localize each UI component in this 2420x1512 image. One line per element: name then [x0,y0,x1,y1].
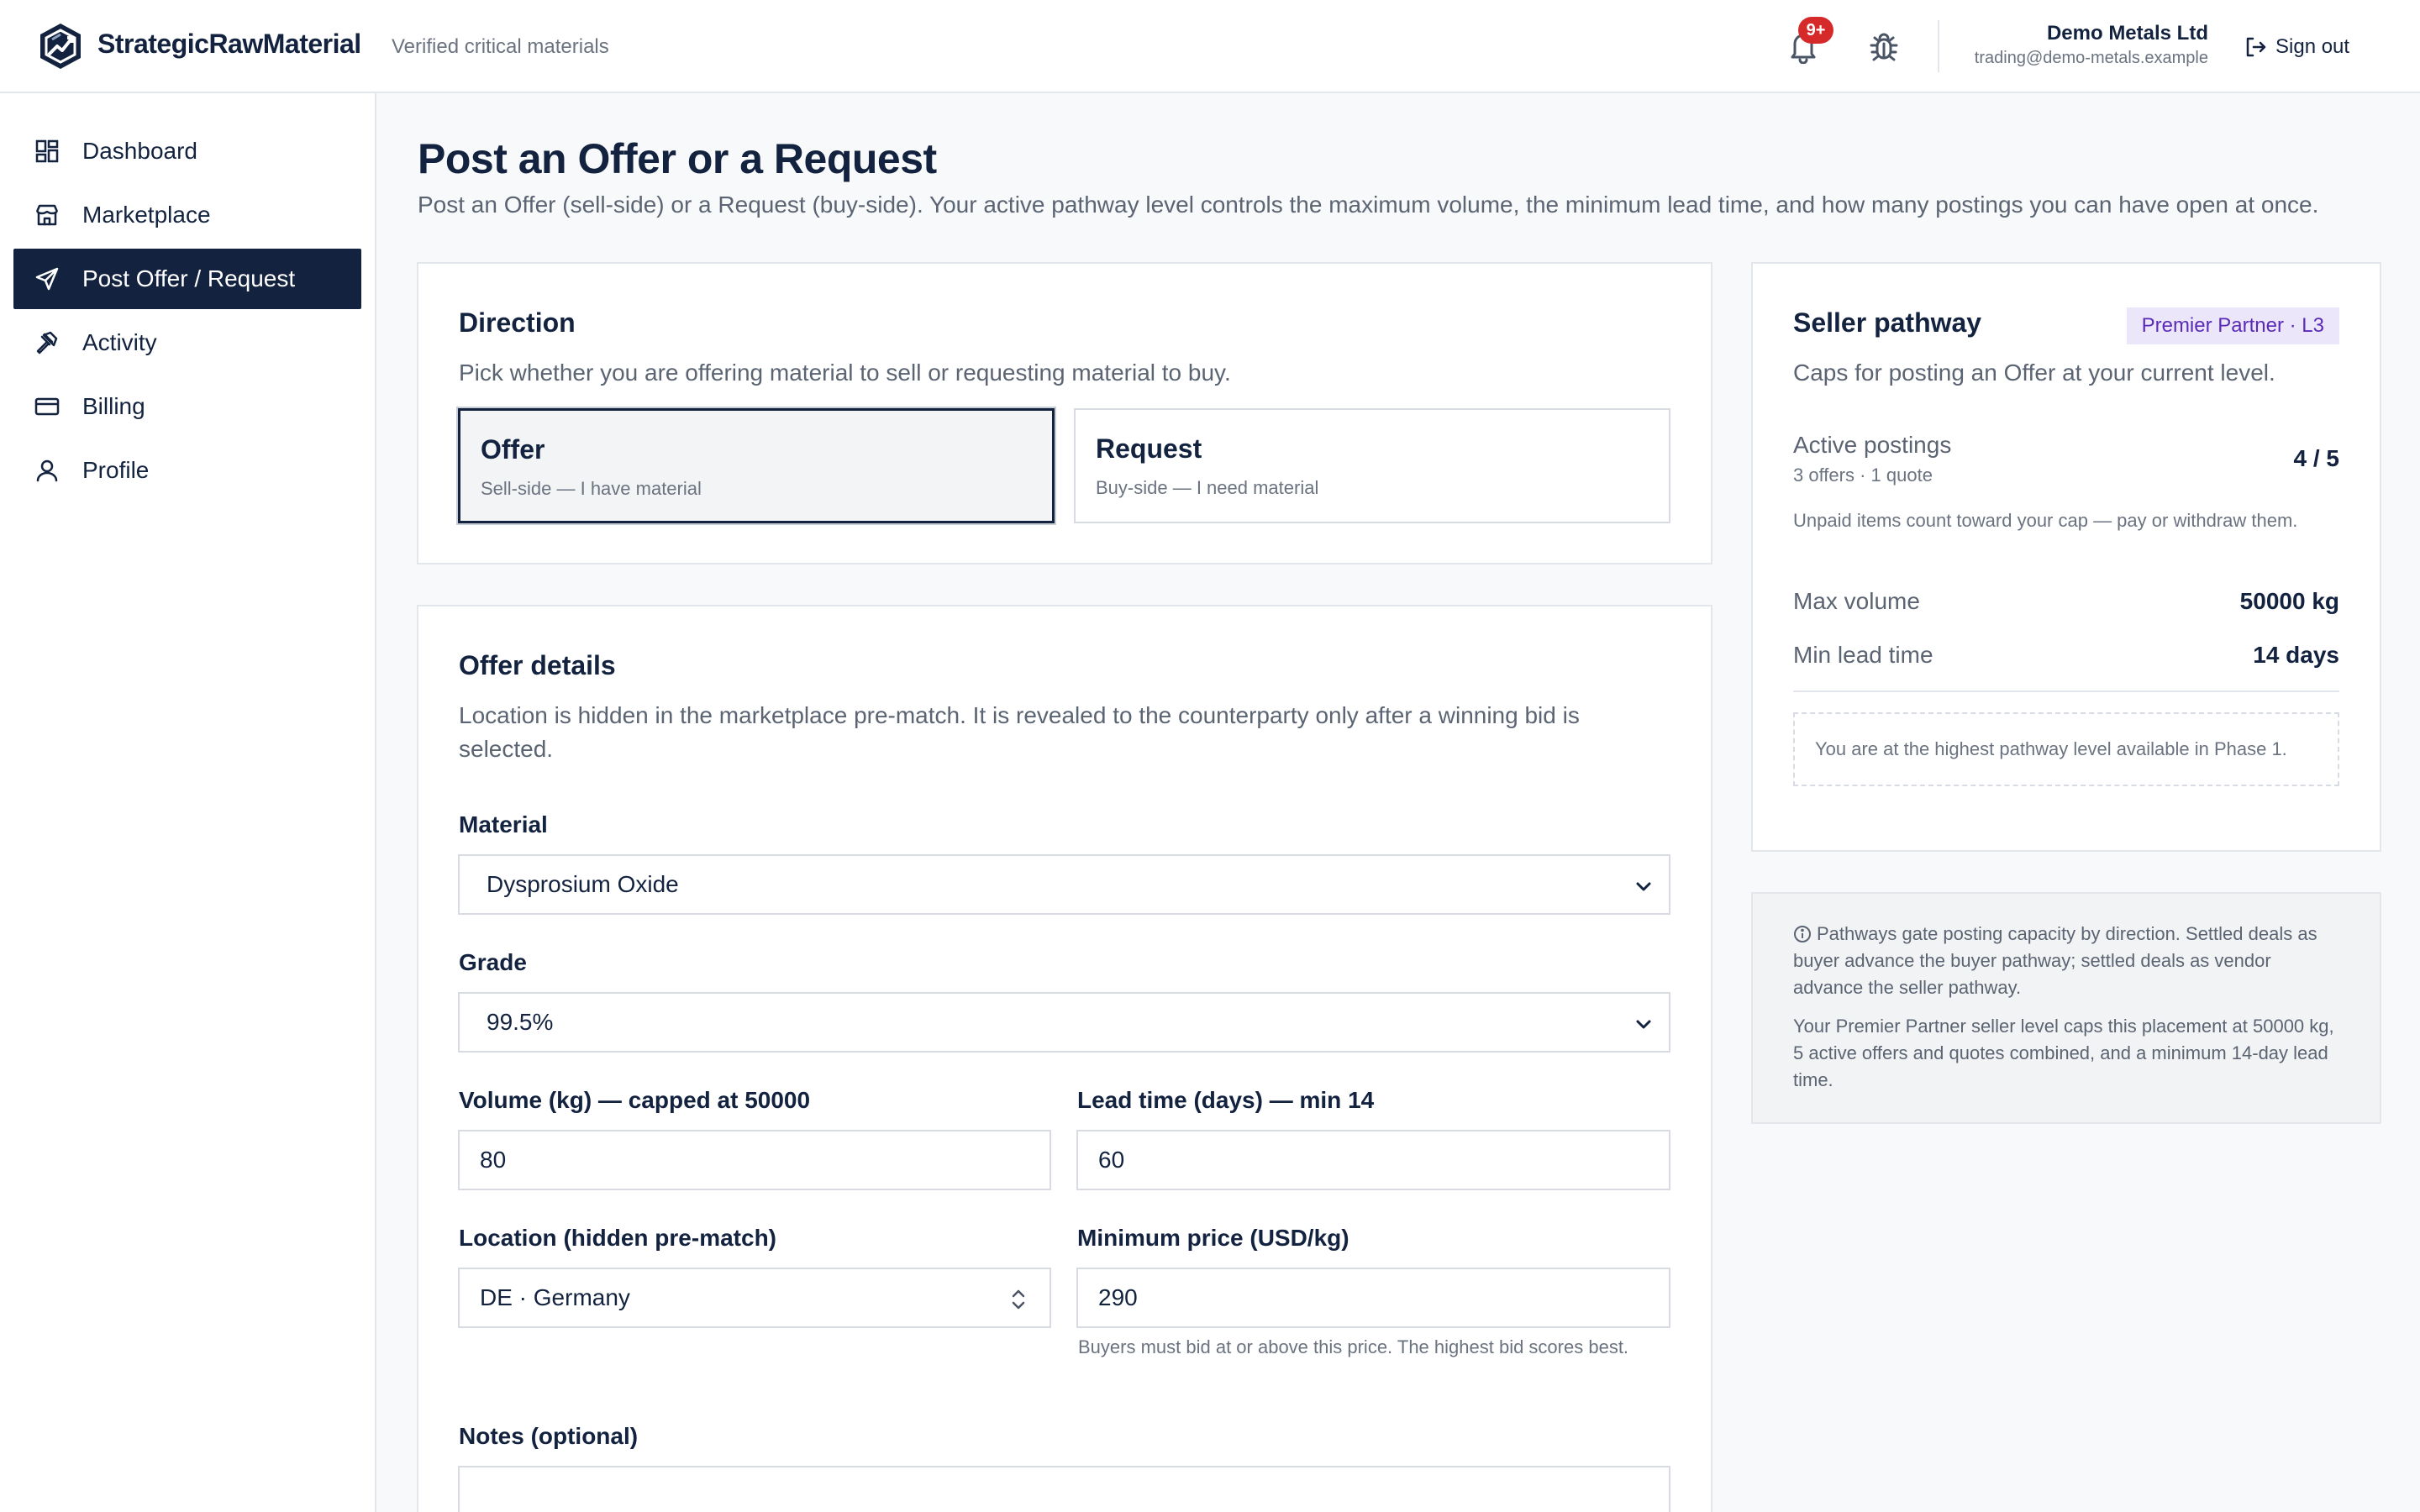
grade-select[interactable]: 99.5% [458,992,1670,1053]
offer-option-title: Offer [481,434,545,465]
grade-label: Grade [459,949,527,975]
sidebar-item-label: Post Offer / Request [82,265,296,291]
sign-out-button[interactable]: Sign out [2244,32,2349,62]
min-price-label: Minimum price (USD/kg) [1077,1225,1349,1251]
sidebar: Dashboard Marketplace Post Offer / Reque… [0,93,376,1512]
sidebar-item-billing[interactable]: Billing [13,376,361,437]
volume-input[interactable]: 80 [458,1130,1051,1190]
request-option-desc: Buy-side — I need material [1096,477,1319,498]
logo-icon[interactable] [37,21,84,71]
notes-label: Notes (optional) [459,1423,639,1449]
pathway-title: Seller pathway [1793,307,1982,338]
page-subtitle: Post an Offer (sell-side) or a Request (… [418,192,2319,218]
sidebar-item-label: Marketplace [82,202,211,228]
max-volume-label: Max volume [1793,588,1920,614]
pathway-level-badge: Premier Partner · L3 [2126,307,2339,344]
page-title: Post an Offer or a Request [418,135,937,182]
location-value: DE · Germany [480,1284,630,1310]
location-label: Location (hidden pre-match) [459,1225,776,1251]
sidebar-item-label: Profile [82,457,150,483]
direction-title: Direction [459,307,576,338]
material-select[interactable]: Dysprosium Oxide [458,854,1670,915]
lead-time-input[interactable]: 60 [1076,1130,1670,1190]
volume-value: 80 [480,1147,507,1173]
sign-out-label: Sign out [2275,35,2350,58]
sidebar-item-label: Activity [82,329,157,355]
min-lead-label: Min lead time [1793,642,1933,668]
chevron-down-icon [1636,882,1651,891]
sidebar-item-label: Dashboard [82,138,197,164]
offer-details-subtitle: Location is hidden in the marketplace pr… [459,702,1580,762]
gavel-icon [36,331,58,354]
sidebar-item-activity[interactable]: Activity [13,312,361,373]
direction-offer-option[interactable]: Offer Sell-side — I have material [458,408,1055,523]
notification-badge: 9+ [1798,17,1833,44]
notes-textarea[interactable] [458,1466,1670,1512]
offer-details-card: Offer details Location is hidden in the … [417,605,1712,1512]
send-icon [35,267,59,291]
sidebar-item-post-offer-request[interactable]: Post Offer / Request [13,249,361,309]
info-paragraph-2: Your Premier Partner seller level caps t… [1793,1016,2334,1090]
offer-details-title: Offer details [459,650,616,680]
active-postings-label: Active postings [1793,432,1952,458]
pathway-subtitle: Caps for posting an Offer at your curren… [1793,360,2275,386]
min-price-hint: Buyers must bid at or above this price. … [1078,1336,1629,1357]
direction-request-option[interactable]: Request Buy-side — I need material [1074,408,1670,523]
sidebar-item-dashboard[interactable]: Dashboard [13,121,361,181]
unpaid-note: Unpaid items count toward your cap — pay… [1793,510,2298,531]
location-select[interactable]: DE · Germany [458,1268,1051,1328]
lead-time-label: Lead time (days) — min 14 [1077,1087,1375,1113]
card-icon [34,397,60,416]
info-icon [1794,926,1811,942]
bug-icon[interactable] [1867,29,1901,64]
brand-name[interactable]: StrategicRawMaterial [97,29,361,60]
material-value: Dysprosium Oxide [487,871,679,897]
app-root: StrategicRawMaterial Verified critical m… [0,0,2420,1512]
direction-subtitle: Pick whether you are offering material t… [459,360,1231,386]
pathway-divider [1793,690,2339,692]
min-price-input[interactable]: 290 [1076,1268,1670,1328]
min-price-value: 290 [1098,1284,1138,1310]
info-paragraph-1-text: Pathways gate posting capacity by direct… [1793,923,2317,998]
active-postings-value: 4 / 5 [2293,445,2339,471]
store-icon [35,204,59,226]
pathway-info-card: Pathways gate posting capacity by direct… [1751,892,2381,1124]
volume-label: Volume (kg) — capped at 50000 [459,1087,811,1113]
max-volume-value: 50000 kg [2239,588,2339,614]
grid-icon [35,139,59,163]
seller-pathway-card: Seller pathway Premier Partner · L3 Caps… [1751,262,2381,852]
min-lead-value: 14 days [2253,642,2339,668]
sidebar-item-profile[interactable]: Profile [13,440,361,501]
user-icon [36,459,58,482]
brand-tagline: Verified critical materials [392,35,609,58]
sign-out-icon [2246,37,2266,57]
request-option-title: Request [1096,433,1202,464]
lead-time-value: 60 [1098,1147,1125,1173]
company-name: Demo Metals Ltd [2046,22,2208,45]
header-divider [1938,20,1939,72]
material-label: Material [459,811,548,837]
chevron-up-down-icon [1012,1289,1025,1310]
chevron-down-icon [1636,1020,1651,1029]
sidebar-item-marketplace[interactable]: Marketplace [13,185,361,245]
active-postings-sub: 3 offers · 1 quote [1793,465,1933,486]
sidebar-item-label: Billing [82,393,145,419]
info-paragraph-1: Pathways gate posting capacity by direct… [1793,921,2339,1001]
offer-option-desc: Sell-side — I have material [481,478,702,499]
user-email: trading@demo-metals.example [1974,49,2208,67]
top-header: StrategicRawMaterial Verified critical m… [0,0,2420,93]
grade-value: 99.5% [487,1009,554,1035]
highest-level-note: You are at the highest pathway level ava… [1793,712,2339,786]
